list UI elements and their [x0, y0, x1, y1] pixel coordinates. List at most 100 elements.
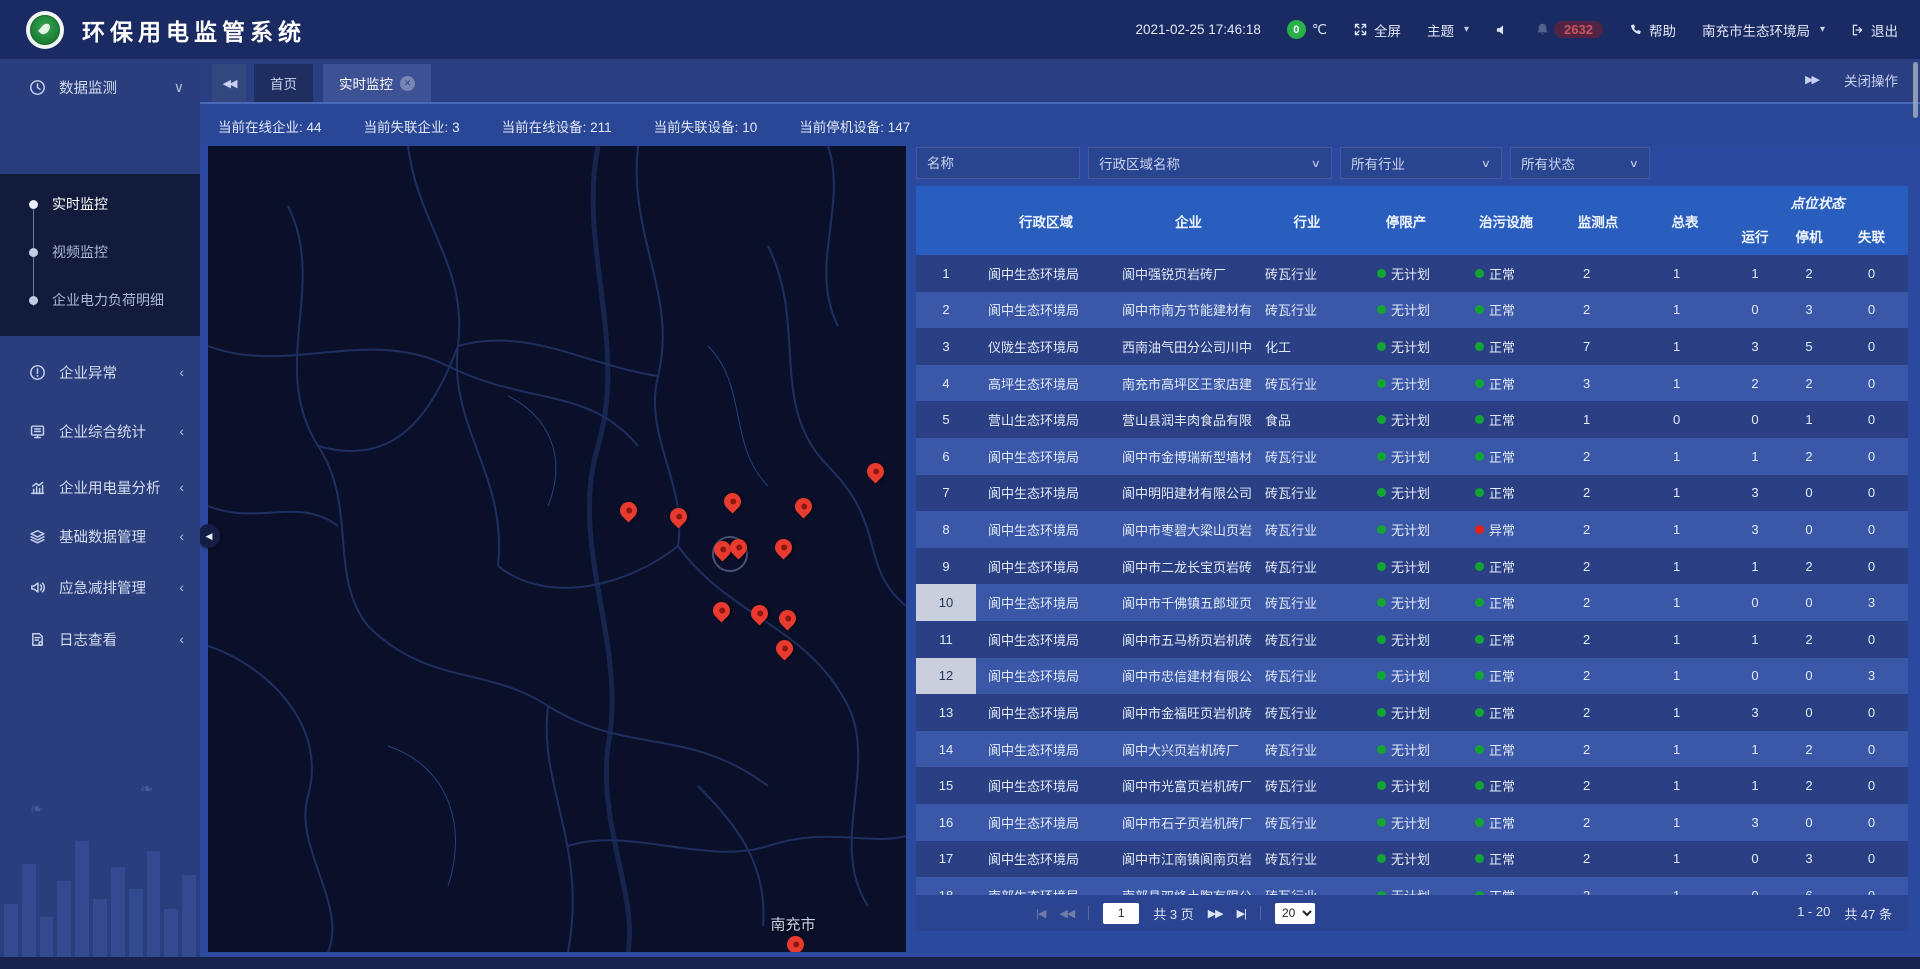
- cell-limit-status: 无计划: [1353, 548, 1459, 585]
- row-number: 8: [916, 511, 976, 548]
- logout-button[interactable]: 退出: [1851, 20, 1898, 40]
- tab-bar: ◀◀ 首页 实时监控 ▶▶ 关闭操作: [200, 59, 1920, 104]
- table-row[interactable]: 8 阆中生态环境局 阆中市枣碧大梁山页岩 砖瓦行业 无计划 异常 2 1 3 0…: [916, 511, 1908, 548]
- map-panel[interactable]: 巴中市 南充市 遂宁市: [208, 146, 906, 952]
- table-row[interactable]: 15 阆中生态环境局 阆中市光富页岩机砖厂 砖瓦行业 无计划 正常 2 1 1 …: [916, 767, 1908, 804]
- cell-company: 阆中市忠信建材有限公: [1116, 658, 1261, 695]
- table-row[interactable]: 7 阆中生态环境局 阆中明阳建材有限公司 砖瓦行业 无计划 正常 2 1 3 0…: [916, 475, 1908, 512]
- table-row[interactable]: 18 南部生态环境局 南部县双峰土陶有限公 砖瓦行业 无计划 正常 2 1 0 …: [916, 877, 1908, 895]
- table-row[interactable]: 12 阆中生态环境局 阆中市忠信建材有限公 砖瓦行业 无计划 正常 2 1 0 …: [916, 658, 1908, 695]
- sidebar-section-item[interactable]: 基础数据管理 ‹: [0, 514, 200, 558]
- table-row[interactable]: 1 阆中生态环境局 阆中强锐页岩砖厂 砖瓦行业 无计划 正常 2 1 1 2 0: [916, 255, 1908, 292]
- sidebar-subitem[interactable]: 实时监控: [0, 184, 200, 224]
- name-filter-field[interactable]: [916, 147, 1080, 179]
- sidebar-section-item[interactable]: 日志查看 ‹: [0, 617, 200, 661]
- cell-facility-status: 正常: [1459, 841, 1553, 878]
- status-dot: [1475, 781, 1484, 790]
- sidebar-section-item[interactable]: 企业异常 ‹: [0, 350, 200, 394]
- status-dot: [1377, 598, 1386, 607]
- sidebar-item-data-monitoring[interactable]: 数据监测 ∨: [0, 65, 200, 109]
- status-dot: [1377, 635, 1386, 644]
- status-dot: [1475, 671, 1484, 680]
- cell-run: 3: [1727, 475, 1783, 512]
- map-collapse-button[interactable]: ◀: [198, 524, 220, 548]
- status-dot: [1475, 635, 1484, 644]
- status-filter-select[interactable]: 所有状态 ∨: [1510, 147, 1650, 179]
- cell-lost: 0: [1835, 255, 1908, 292]
- table-row[interactable]: 13 阆中生态环境局 阆中市金福旺页岩机砖 砖瓦行业 无计划 正常 2 1 3 …: [916, 694, 1908, 731]
- tab-scroll-right-button[interactable]: ▶▶: [1805, 73, 1818, 86]
- row-number: 14: [916, 731, 976, 768]
- close-operations-button[interactable]: 关闭操作: [1844, 70, 1898, 90]
- cell-facility-status: 正常: [1459, 584, 1553, 621]
- status-summary-bar: 当前在线企业: 44 当前失联企业: 3 当前在线设备: 211 当前失联设备:…: [200, 106, 1920, 146]
- sidebar-nav: 数据监测 ∨ 实时监控 视频监控 企业电力负荷明细: [0, 59, 200, 969]
- cell-company: 阆中市千佛镇五郎垭页: [1116, 584, 1261, 621]
- cell-company: 阆中市光富页岩机砖厂: [1116, 767, 1261, 804]
- status-dot: [1377, 745, 1386, 754]
- first-page-button[interactable]: |◀: [1036, 907, 1045, 920]
- cell-region: 阆中生态环境局: [976, 841, 1116, 878]
- status-dot: [1377, 488, 1386, 497]
- status-dot: [1475, 708, 1484, 717]
- status-dot: [1475, 562, 1484, 571]
- sidebar-section-item[interactable]: 应急减排管理 ‹: [0, 565, 200, 609]
- table-row[interactable]: 14 阆中生态环境局 阆中大兴页岩机砖厂 砖瓦行业 无计划 正常 2 1 1 2…: [916, 731, 1908, 768]
- cell-limit-status: 无计划: [1353, 584, 1459, 621]
- table-row[interactable]: 6 阆中生态环境局 阆中市金博瑞新型墙材 砖瓦行业 无计划 正常 2 1 1 2…: [916, 438, 1908, 475]
- table-row[interactable]: 17 阆中生态环境局 阆中市江南镇阆南页岩 砖瓦行业 无计划 正常 2 1 0 …: [916, 841, 1908, 878]
- tab-scroll-left-button[interactable]: ◀◀: [212, 64, 246, 102]
- cell-industry: 砖瓦行业: [1261, 877, 1353, 895]
- table-row[interactable]: 5 营山生态环境局 营山县润丰肉食品有限 食品 无计划 正常 1 0 0 1 0: [916, 401, 1908, 438]
- next-page-button[interactable]: ▶▶: [1208, 907, 1223, 920]
- cell-industry: 砖瓦行业: [1261, 731, 1353, 768]
- tab-realtime-monitoring[interactable]: 实时监控: [323, 64, 431, 102]
- notification-button[interactable]: 2632: [1535, 21, 1603, 38]
- chevron-left-icon: ‹: [179, 528, 184, 544]
- name-filter-input[interactable]: [927, 156, 1069, 171]
- fullscreen-button[interactable]: 全屏: [1353, 20, 1401, 40]
- table-row[interactable]: 10 阆中生态环境局 阆中市千佛镇五郎垭页 砖瓦行业 无计划 正常 2 1 0 …: [916, 584, 1908, 621]
- col-region: 行政区域: [976, 186, 1116, 255]
- industry-filter-select[interactable]: 所有行业 ∨: [1340, 147, 1502, 179]
- cell-run: 3: [1727, 694, 1783, 731]
- page-size-select[interactable]: 20: [1275, 903, 1315, 924]
- user-org-menu[interactable]: 南充市生态环境局: [1702, 20, 1825, 40]
- help-button[interactable]: 帮助: [1629, 20, 1676, 40]
- tab-home[interactable]: 首页: [254, 64, 313, 102]
- cell-points: 3: [1553, 365, 1643, 402]
- cell-meters: 1: [1643, 365, 1727, 402]
- total-count-label: 共 47 条: [1844, 904, 1892, 923]
- cell-limit-status: 无计划: [1353, 292, 1459, 329]
- table-row[interactable]: 3 仪陇生态环境局 西南油气田分公司川中 化工 无计划 正常 7 1 3 5 0: [916, 328, 1908, 365]
- row-number: 1: [916, 255, 976, 292]
- sidebar-section-item[interactable]: 企业综合统计 ‹: [0, 409, 200, 453]
- scrollbar-thumb[interactable]: [1913, 62, 1918, 118]
- tab-close-icon[interactable]: [400, 76, 415, 91]
- page-number-input[interactable]: [1103, 903, 1139, 924]
- table-row[interactable]: 4 高坪生态环境局 南充市高坪区王家店建 砖瓦行业 无计划 正常 3 1 2 2…: [916, 365, 1908, 402]
- prev-page-button[interactable]: ◀◀: [1059, 907, 1074, 920]
- table-row[interactable]: 9 阆中生态环境局 阆中市二龙长宝页岩砖 砖瓦行业 无计划 正常 2 1 1 2…: [916, 548, 1908, 585]
- region-filter-select[interactable]: 行政区域名称 ∨: [1088, 147, 1332, 179]
- table-row[interactable]: 16 阆中生态环境局 阆中市石子页岩机砖厂 砖瓦行业 无计划 正常 2 1 3 …: [916, 804, 1908, 841]
- total-pages-label: 共 3 页: [1153, 904, 1193, 923]
- sidebar-subitem[interactable]: 企业电力负荷明细: [0, 280, 200, 320]
- section-icon: [28, 579, 46, 596]
- table-row[interactable]: 2 阆中生态环境局 阆中市南方节能建材有 砖瓦行业 无计划 正常 2 1 0 3…: [916, 292, 1908, 329]
- status-stat: 当前失联设备: 10: [654, 116, 758, 136]
- table-row[interactable]: 11 阆中生态环境局 阆中市五马桥页岩机砖 砖瓦行业 无计划 正常 2 1 1 …: [916, 621, 1908, 658]
- cell-company: 阆中市金福旺页岩机砖: [1116, 694, 1261, 731]
- mute-button[interactable]: [1495, 23, 1509, 37]
- status-dot: [1475, 379, 1484, 388]
- theme-menu[interactable]: 主题: [1427, 20, 1469, 40]
- cell-industry: 砖瓦行业: [1261, 438, 1353, 475]
- logout-icon: [1851, 23, 1865, 37]
- sidebar-subitem[interactable]: 视频监控: [0, 232, 200, 272]
- status-dot: [1377, 854, 1386, 863]
- enterprise-table: 行政区域 企业 行业 停限产 治污设施 监测点 总表 点位状态 运行 停机 失联…: [916, 186, 1908, 895]
- last-page-button[interactable]: ▶|: [1237, 907, 1246, 920]
- cell-industry: 食品: [1261, 401, 1353, 438]
- sidebar-section-item[interactable]: 企业用电量分析 ‹: [0, 465, 200, 509]
- col-meters: 总表: [1643, 186, 1727, 255]
